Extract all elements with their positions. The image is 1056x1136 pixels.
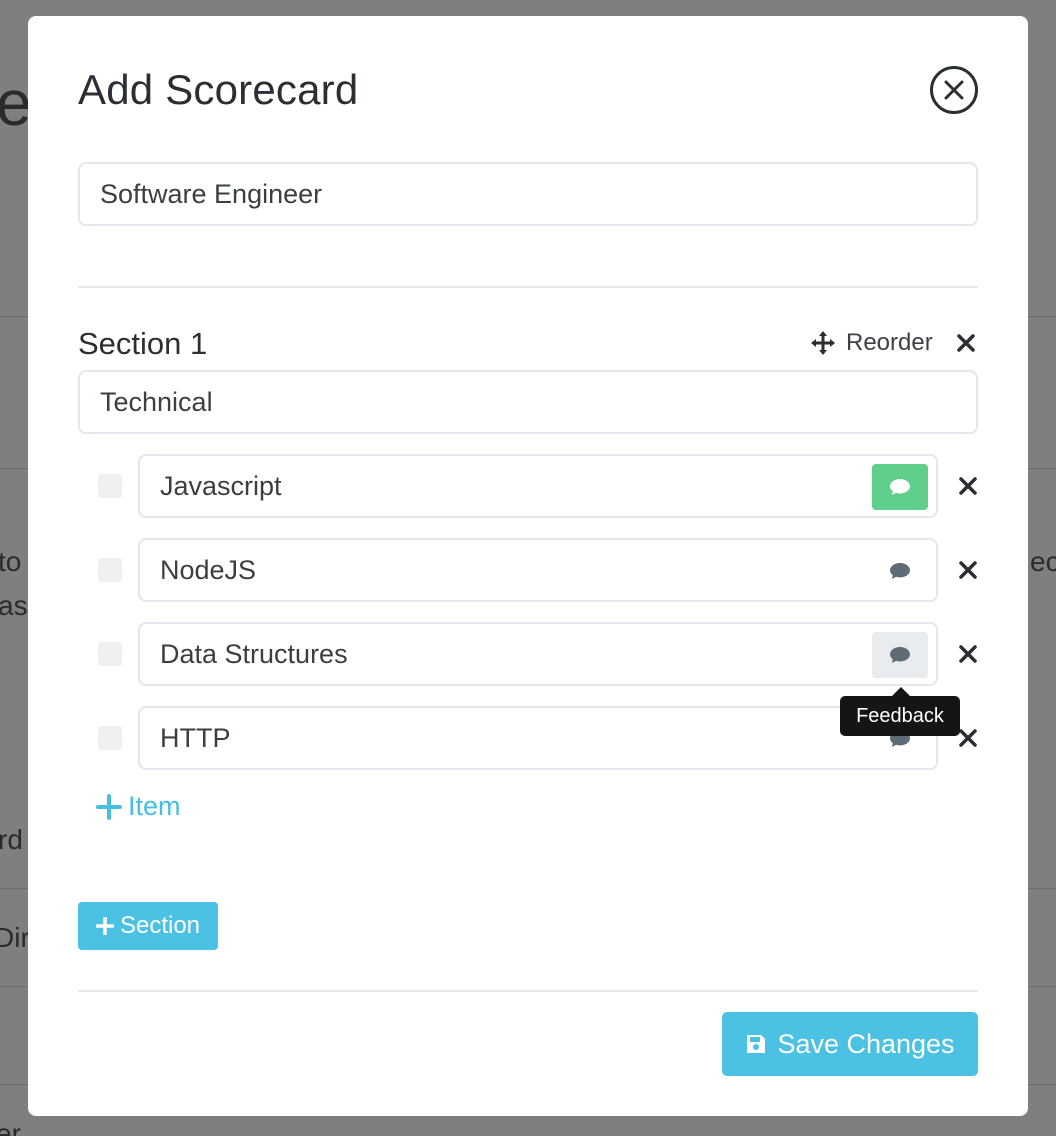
remove-item-icon[interactable] — [959, 645, 977, 663]
item-checkbox[interactable] — [98, 642, 122, 666]
save-changes-label: Save Changes — [777, 1028, 955, 1059]
feedback-button[interactable] — [872, 548, 928, 594]
close-button[interactable] — [930, 66, 978, 114]
scorecard-item: Data Structures — [96, 622, 977, 686]
section-title: Section 1 — [78, 326, 208, 361]
item-checkbox[interactable] — [98, 726, 122, 750]
add-item-label: Item — [128, 791, 181, 821]
remove-section-icon[interactable] — [957, 334, 975, 352]
comment-icon — [890, 479, 910, 495]
add-item-button[interactable]: Item — [96, 791, 181, 822]
item-input[interactable]: Javascript — [138, 454, 938, 518]
scorecard-item: NodeJS — [96, 538, 977, 602]
item-input[interactable]: HTTP — [138, 706, 938, 770]
comment-icon — [890, 563, 910, 579]
item-checkbox[interactable] — [98, 474, 122, 498]
scorecard-name-input[interactable] — [78, 162, 978, 226]
divider — [78, 286, 978, 288]
bg-text-fragment: to — [0, 546, 22, 577]
feedback-button[interactable] — [872, 632, 928, 678]
bg-text-fragment: rd — [0, 824, 23, 855]
close-circle-icon — [944, 80, 964, 100]
item-input[interactable]: NodeJS — [138, 538, 938, 602]
remove-item-icon[interactable] — [959, 729, 977, 747]
save-changes-button[interactable]: Save Changes — [722, 1012, 978, 1076]
remove-item-icon[interactable] — [959, 561, 977, 579]
feedback-tooltip: Feedback — [840, 687, 960, 736]
add-section-label: Section — [119, 912, 201, 939]
add-scorecard-modal: Add Scorecard Section 1 Reorder Javascri… — [28, 16, 1028, 1116]
feedback-button[interactable] — [872, 464, 928, 510]
bg-text-fragment: eca — [1030, 546, 1056, 577]
footer-divider — [78, 990, 978, 992]
section-name-input[interactable] — [78, 370, 978, 434]
item-checkbox[interactable] — [98, 558, 122, 582]
floppy-disk-icon — [747, 1035, 766, 1053]
reorder-button[interactable]: Reorder — [810, 329, 933, 357]
comment-icon — [890, 647, 910, 663]
add-section-button[interactable]: Section — [78, 902, 218, 950]
modal-title: Add Scorecard — [78, 66, 359, 113]
remove-item-icon[interactable] — [959, 477, 977, 495]
move-arrows-icon — [811, 331, 835, 355]
plus-icon — [96, 793, 122, 820]
bg-text-fragment: er — [0, 1118, 21, 1136]
scorecard-item: Javascript — [96, 454, 977, 518]
reorder-label: Reorder — [846, 329, 933, 356]
item-input[interactable]: Data Structures — [138, 622, 938, 686]
plus-icon — [95, 917, 114, 935]
bg-text-fragment: Dir — [0, 922, 30, 953]
